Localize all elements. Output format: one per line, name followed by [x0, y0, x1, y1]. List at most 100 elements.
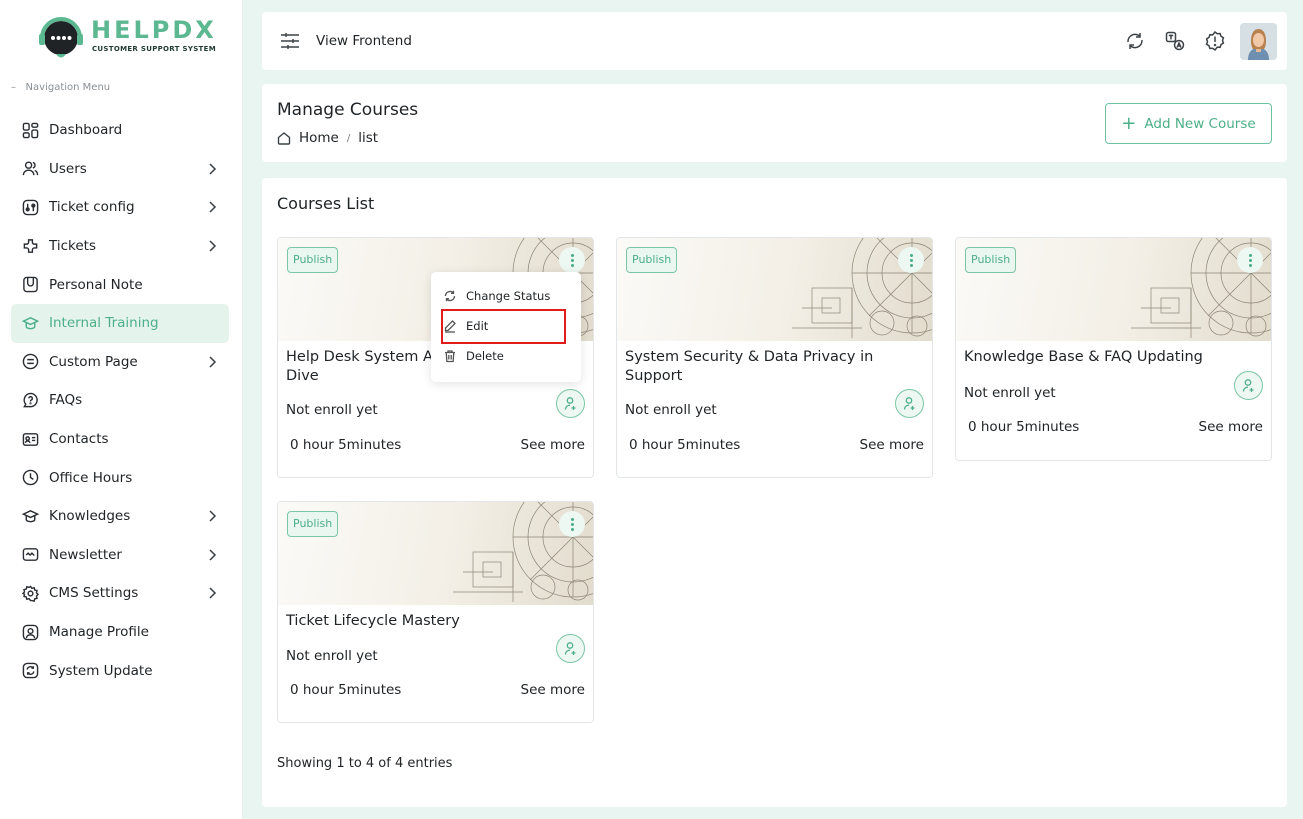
- sidebar-item-label: FAQs: [49, 392, 83, 409]
- edit-menu-item[interactable]: Edit: [443, 319, 488, 333]
- course-card[interactable]: Publish Knowledge Base & FAQ Updating No…: [955, 237, 1272, 461]
- sidebar-item-label: Tickets: [49, 238, 96, 255]
- course-duration: 0 hour 5minutes: [968, 419, 1080, 435]
- course-actions-dropdown: Change Status Edit Delete: [431, 272, 581, 382]
- logo[interactable]: HELPDX CUSTOMER SUPPORT SYSTEM: [36, 14, 216, 64]
- chevron-right-icon: [207, 587, 217, 599]
- status-badge: Publish: [626, 247, 678, 273]
- change-status-menu-item[interactable]: Change Status: [443, 289, 550, 303]
- newsletter-icon: [21, 546, 39, 564]
- see-more-link[interactable]: See more: [860, 437, 924, 453]
- status-badge: Publish: [287, 511, 339, 537]
- note-icon: [21, 276, 39, 294]
- sync-icon: [444, 290, 456, 302]
- course-duration: 0 hour 5minutes: [290, 682, 402, 698]
- change-status-label: Change Status: [466, 289, 551, 303]
- trash-icon: [445, 350, 455, 363]
- entries-info: Showing 1 to 4 of 4 entries: [277, 756, 453, 771]
- knowledge-icon: [21, 507, 39, 525]
- clock-icon: [21, 469, 39, 487]
- more-options-icon[interactable]: [559, 247, 585, 273]
- faq-icon: [21, 391, 39, 409]
- see-more-link[interactable]: See more: [1199, 419, 1263, 435]
- see-more-link[interactable]: See more: [521, 437, 585, 453]
- sidebar-item-faqs[interactable]: FAQs: [11, 381, 229, 420]
- course-title[interactable]: Ticket Lifecycle Mastery: [286, 612, 576, 631]
- nav-menu: Dashboard Users Ticket config Tickets Pe…: [11, 111, 229, 690]
- top-bar: View Frontend: [262, 12, 1287, 70]
- enroll-status: Not enroll yet: [286, 402, 378, 418]
- menu-toggle-icon[interactable]: [280, 32, 300, 50]
- add-new-course-label: Add New Course: [1144, 115, 1256, 132]
- sidebar-item-system-update[interactable]: System Update: [11, 651, 229, 690]
- enroll-status: Not enroll yet: [964, 385, 1056, 401]
- enroll-user-icon[interactable]: [556, 634, 585, 663]
- enroll-status: Not enroll yet: [286, 648, 378, 664]
- delete-menu-item[interactable]: Delete: [443, 349, 504, 363]
- sidebar-item-contacts[interactable]: Contacts: [11, 420, 229, 459]
- brand-name: HELPDX: [91, 16, 217, 44]
- avatar[interactable]: [1240, 23, 1277, 60]
- sidebar-item-label: Internal Training: [49, 315, 159, 332]
- enroll-user-icon[interactable]: [556, 389, 585, 418]
- more-options-icon[interactable]: [559, 511, 585, 537]
- sidebar-item-cms-settings[interactable]: CMS Settings: [11, 574, 229, 613]
- add-new-course-button[interactable]: + Add New Course: [1105, 103, 1272, 144]
- home-icon[interactable]: [277, 131, 299, 145]
- sidebar-item-newsletter[interactable]: Newsletter: [11, 536, 229, 575]
- more-options-icon[interactable]: [1237, 247, 1263, 273]
- sidebar-item-internal-training[interactable]: Internal Training: [11, 303, 229, 343]
- plus-icon: +: [1121, 112, 1137, 134]
- course-duration: 0 hour 5minutes: [629, 437, 741, 453]
- breadcrumb-home[interactable]: Home: [299, 130, 339, 146]
- course-title[interactable]: System Security & Data Privacy in Suppor…: [625, 348, 915, 386]
- see-more-link[interactable]: See more: [521, 682, 585, 698]
- user-avatar-icon: [1240, 23, 1277, 60]
- sidebar-item-office-hours[interactable]: Office Hours: [11, 458, 229, 497]
- course-card[interactable]: Publish System Security & Data Privacy i…: [616, 237, 933, 478]
- sidebar-item-label: CMS Settings: [49, 585, 139, 602]
- sidebar-item-ticket-config[interactable]: Ticket config: [11, 188, 229, 227]
- ticket-config-icon: [21, 198, 39, 216]
- chevron-right-icon: [207, 510, 217, 522]
- status-badge: Publish: [287, 247, 339, 273]
- sidebar: HELPDX CUSTOMER SUPPORT SYSTEM – Navigat…: [0, 0, 243, 819]
- sidebar-item-label: Dashboard: [49, 122, 123, 139]
- course-title[interactable]: Knowledge Base & FAQ Updating: [964, 348, 1254, 367]
- sidebar-item-label: Newsletter: [49, 546, 122, 563]
- courses-list-title: Courses List: [277, 194, 375, 213]
- sidebar-item-users[interactable]: Users: [11, 150, 229, 189]
- sidebar-item-dashboard[interactable]: Dashboard: [11, 111, 229, 150]
- sidebar-item-manage-profile[interactable]: Manage Profile: [11, 613, 229, 652]
- sidebar-item-label: Users: [49, 160, 87, 177]
- profile-icon: [21, 623, 39, 641]
- sidebar-item-custom-page[interactable]: Custom Page: [11, 343, 229, 382]
- pencil-icon: [444, 320, 456, 333]
- more-options-icon[interactable]: [898, 247, 924, 273]
- page-header-card: Manage Courses Home / list + Add New Cour…: [262, 84, 1287, 162]
- sidebar-item-knowledges[interactable]: Knowledges: [11, 497, 229, 536]
- delete-label: Delete: [466, 349, 504, 363]
- edit-label: Edit: [466, 319, 489, 333]
- contacts-icon: [21, 430, 39, 448]
- sidebar-item-tickets[interactable]: Tickets: [11, 227, 229, 266]
- course-card[interactable]: Publish Ticket Lifecycle Mastery Not enr…: [277, 501, 594, 723]
- breadcrumb: Home / list: [277, 130, 378, 146]
- sidebar-item-label: System Update: [49, 662, 153, 679]
- sidebar-item-label: Personal Note: [49, 276, 143, 293]
- brand-tagline: CUSTOMER SUPPORT SYSTEM: [92, 45, 216, 53]
- chevron-right-icon: [207, 549, 217, 561]
- page-title: Manage Courses: [277, 100, 419, 120]
- logo-headset-icon: [39, 17, 83, 58]
- view-frontend-link[interactable]: View Frontend: [316, 33, 412, 49]
- sync-icon[interactable]: [1124, 30, 1146, 52]
- translate-icon[interactable]: [1164, 30, 1186, 52]
- enroll-user-icon[interactable]: [895, 389, 924, 418]
- dashboard-icon: [21, 121, 39, 139]
- breadcrumb-separator: /: [346, 132, 351, 144]
- enroll-user-icon[interactable]: [1234, 371, 1263, 400]
- sidebar-item-personal-note[interactable]: Personal Note: [11, 265, 229, 304]
- training-icon: [21, 314, 39, 332]
- alert-icon[interactable]: [1204, 30, 1226, 52]
- sidebar-item-label: Custom Page: [49, 353, 138, 370]
